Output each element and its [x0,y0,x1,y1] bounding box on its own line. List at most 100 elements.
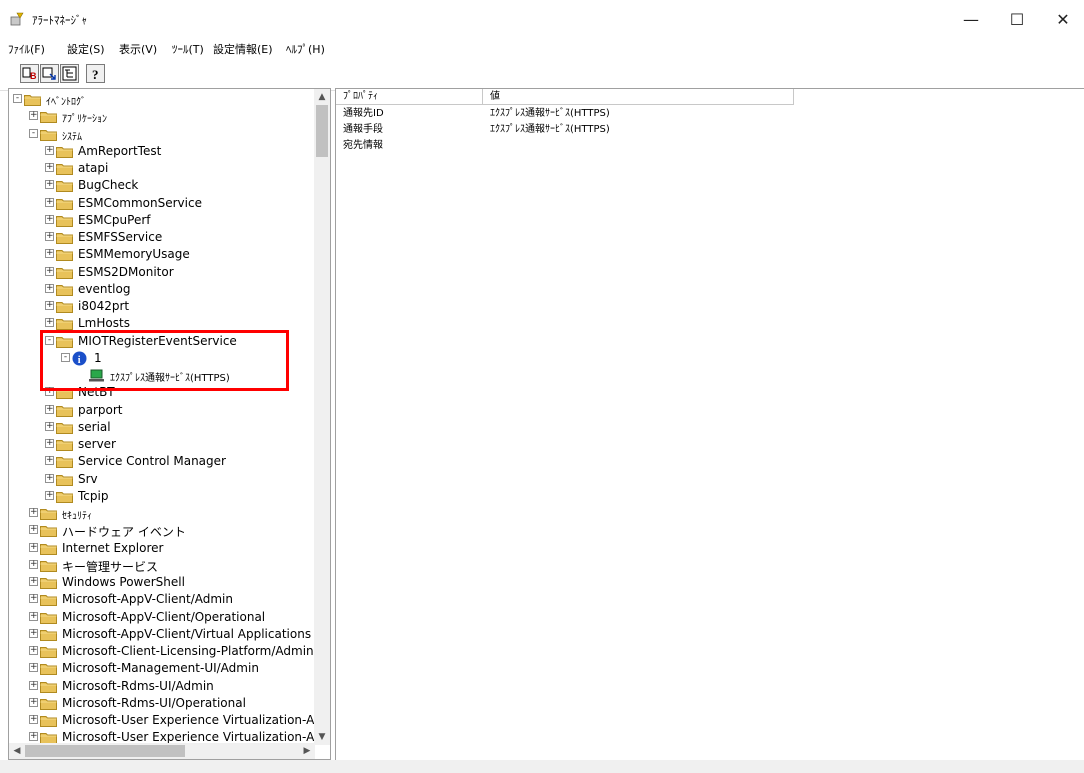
collapse-icon[interactable]: - [29,128,38,138]
tree-node[interactable]: + ESMCommonService [9,195,315,212]
tree-node[interactable]: + ESMCpuPerf [9,212,315,229]
list-item[interactable]: 通報先ID ｴｸｽﾌﾟﾚｽ通報ｻｰﾋﾞｽ(HTTPS) [336,106,1084,122]
collapse-icon[interactable]: - [13,94,22,103]
expand-icon[interactable]: + [45,249,54,259]
tree-node[interactable]: + eventlog [9,281,315,298]
tree-node-log[interactable]: + Microsoft-User Experience Virtualizatio… [9,712,315,729]
tree-node[interactable]: + parport [9,402,315,419]
expand-icon[interactable]: + [45,163,54,172]
tree-node[interactable]: + ESMS2DMonitor [9,264,315,281]
expand-icon[interactable]: + [45,283,54,293]
expand-icon[interactable]: + [29,559,38,569]
tree-node-log[interactable]: + Microsoft-Management-UI/Admin [9,660,315,677]
column-property[interactable]: ﾌﾟﾛﾊﾟﾃｨ [336,89,483,105]
expand-icon[interactable]: + [29,663,38,673]
vertical-scroll-thumb[interactable] [316,105,328,157]
expand-icon[interactable]: + [29,732,38,742]
expand-icon[interactable]: + [45,145,54,155]
tree-node-log[interactable]: + Microsoft-Client-Licensing-Platform/Adm… [9,643,315,660]
expand-icon[interactable]: + [29,611,38,621]
tree-node-log[interactable]: + Microsoft-AppV-Client/Admin [9,591,315,608]
menu-view[interactable]: 表示(V) [119,41,157,57]
minimize-button[interactable]: — [948,0,994,38]
expand-icon[interactable]: + [45,232,54,241]
tree-node[interactable]: + Srv [9,471,315,488]
tree-node-log[interactable]: + Microsoft-AppV-Client/Virtual Applicati… [9,626,315,643]
tree-node[interactable]: + serial [9,419,315,436]
expand-icon[interactable]: + [29,646,38,655]
settings-b-icon[interactable]: B [20,64,39,83]
tree-node-application[interactable]: + ｱﾌﾟﾘｹｰｼｮﾝ [9,108,315,125]
expand-icon[interactable]: + [45,266,54,276]
tree-node-label: ｱﾌﾟﾘｹｰｼｮﾝ [62,114,107,126]
tree-node-label: parport [78,402,123,417]
menu-help[interactable]: ﾍﾙﾌﾟ(H) [286,41,325,57]
tree-node-log[interactable]: + ｾｷｭﾘﾃｨ [9,505,315,522]
expand-icon[interactable]: + [45,197,54,207]
tree-node[interactable]: + ESMFSService [9,229,315,246]
property-list[interactable]: ﾌﾟﾛﾊﾟﾃｨ 値 通報先ID ｴｸｽﾌﾟﾚｽ通報ｻｰﾋﾞｽ(HTTPS) 通報… [335,88,1084,760]
tree-node[interactable]: + i8042prt [9,298,315,315]
expand-icon[interactable]: + [29,715,38,724]
expand-icon[interactable]: + [45,301,54,310]
tree-node[interactable]: + AmReportTest [9,143,315,160]
tree-node-log[interactable]: + キー管理サービス [9,557,315,574]
list-item[interactable]: 通報手段 ｴｸｽﾌﾟﾚｽ通報ｻｰﾋﾞｽ(HTTPS) [336,122,1084,138]
expand-icon[interactable]: + [29,508,38,517]
help-icon[interactable]: ? [86,64,105,83]
expand-icon[interactable]: + [45,473,54,483]
expand-icon[interactable]: + [45,180,54,190]
tree-horizontal-scrollbar[interactable]: ◀ ▶ [9,743,315,759]
tree-node-system[interactable]: - ｼｽﾃﾑ [9,126,315,143]
tree-node-log[interactable]: + Internet Explorer [9,540,315,557]
tree-node-log[interactable]: + Windows PowerShell [9,574,315,591]
scroll-up-icon[interactable]: ▲ [314,89,330,105]
expand-icon[interactable]: + [45,404,54,414]
expand-icon[interactable]: + [45,421,54,431]
menu-file[interactable]: ﾌｧｲﾙ(F) [8,41,45,57]
tree-node[interactable]: + Service Control Manager [9,453,315,470]
tree-vertical-scrollbar[interactable]: ▲ ▼ [314,89,330,745]
tree-node-event-log[interactable]: - ｲﾍﾞﾝﾄﾛｸﾞ [9,91,315,108]
expand-icon[interactable]: + [45,318,54,328]
expand-icon[interactable]: + [29,542,38,552]
refresh-icon[interactable] [40,64,59,83]
tree-node[interactable]: + server [9,436,315,453]
list-item[interactable]: 宛先情報 [336,138,1084,154]
tree-node-log[interactable]: + Microsoft-AppV-Client/Operational [9,609,315,626]
tree-node[interactable]: + Tcpip [9,488,315,505]
scroll-right-icon[interactable]: ▶ [299,743,315,759]
highlight-annotation [40,330,289,391]
maximize-button[interactable]: ☐ [994,0,1040,38]
scroll-left-icon[interactable]: ◀ [9,743,25,759]
tree-node-log[interactable]: + Microsoft-Rdms-UI/Admin [9,678,315,695]
expand-icon[interactable]: + [45,456,54,466]
column-value[interactable]: 値 [483,89,794,105]
tree-node-label: Service Control Manager [78,454,226,469]
menu-settings[interactable]: 設定(S) [67,41,105,57]
tree-node[interactable]: + BugCheck [9,177,315,194]
tree-node[interactable]: + atapi [9,160,315,177]
horizontal-scroll-thumb[interactable] [25,745,185,757]
menu-config-info[interactable]: 設定情報(E) [213,41,273,57]
expand-icon[interactable]: + [29,680,38,690]
expand-icon[interactable]: + [29,697,38,707]
expand-icon[interactable]: + [29,111,38,121]
scroll-down-icon[interactable]: ▼ [314,729,330,745]
expand-icon[interactable]: + [29,594,38,604]
expand-icon[interactable]: + [29,525,38,535]
menu-tools[interactable]: ﾂｰﾙ(T) [172,41,204,57]
folder-icon [40,645,57,658]
close-button[interactable]: ✕ [1040,0,1084,38]
expand-icon[interactable]: + [45,439,54,448]
tree-pane[interactable]: - ｲﾍﾞﾝﾄﾛｸﾞ + ｱﾌﾟﾘｹｰｼｮﾝ - ｼｽﾃﾑ + AmReportTest + at… [8,88,331,760]
tree-node-log[interactable]: + ハードウェア イベント [9,522,315,539]
expand-icon[interactable]: + [45,214,54,224]
tree-node-log[interactable]: + Microsoft-Rdms-UI/Operational [9,695,315,712]
expand-icon[interactable]: + [29,577,38,586]
expand-icon[interactable]: + [29,628,38,638]
tree-view-icon[interactable] [60,64,79,83]
tree-node-label: ESMMemoryUsage [78,247,190,262]
tree-node[interactable]: + ESMMemoryUsage [9,246,315,263]
expand-icon[interactable]: + [45,490,54,500]
